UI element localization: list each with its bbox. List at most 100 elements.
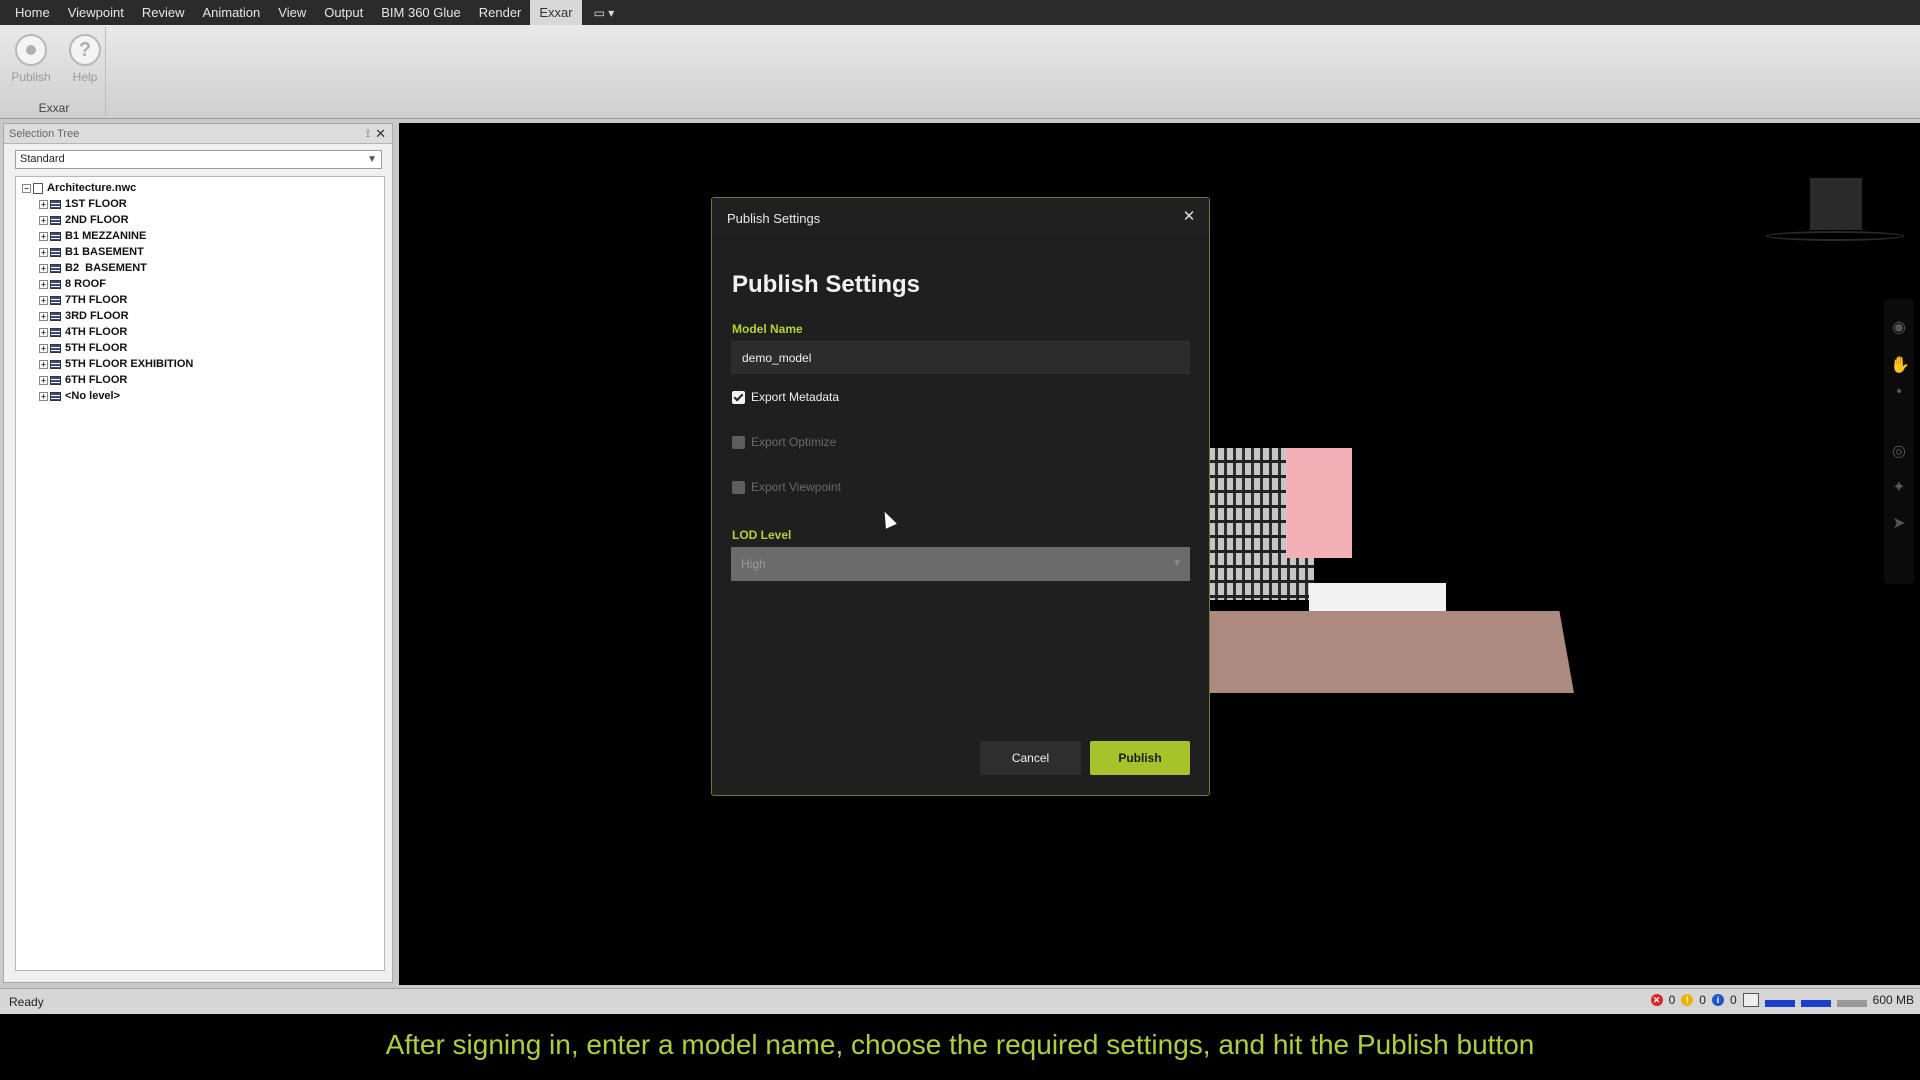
tree-item[interactable]: +2ND FLOOR	[16, 212, 384, 228]
tree-item[interactable]: + B1 MEZZANINE	[16, 228, 384, 244]
tree-item[interactable]: +1ST FLOOR	[16, 196, 384, 212]
ribbon-group-label: Exxar	[38, 101, 70, 115]
tree-item[interactable]: + B2 BASEMENT	[16, 260, 384, 276]
menu-bim360glue[interactable]: BIM 360 Glue	[372, 0, 470, 25]
selection-tree-panel: Selection Tree ⟟ ✕ Standard ▼ − Architec…	[3, 123, 393, 983]
tree-item[interactable]: +6TH FLOOR	[16, 372, 384, 388]
tree-item-label: 7TH FLOOR	[65, 294, 128, 306]
tree-root[interactable]: − Architecture.nwc	[16, 180, 384, 196]
help-icon: ?	[69, 34, 101, 66]
warning-count: 0	[1699, 993, 1706, 1007]
cancel-button[interactable]: Cancel	[980, 741, 1081, 775]
menu-exxar[interactable]: Exxar	[530, 0, 582, 25]
expand-icon[interactable]: +	[39, 247, 48, 257]
viewcube[interactable]	[1810, 178, 1862, 230]
menu-animation[interactable]: Animation	[193, 0, 269, 25]
expand-icon[interactable]: +	[39, 375, 48, 385]
tree-mode-select[interactable]: Standard ▼	[15, 150, 382, 169]
status-bar: Ready ✕ 0 ! 0 i 0 600 MB	[0, 988, 1920, 1014]
tree-item[interactable]: +7TH FLOOR	[16, 292, 384, 308]
pencil-progress-icon	[1764, 999, 1795, 1007]
publish-icon	[15, 34, 47, 66]
checkbox-disabled-icon[interactable]	[732, 480, 745, 494]
export-metadata-checkbox[interactable]: Export Metadata	[732, 389, 839, 405]
lod-level-value: High	[741, 557, 766, 571]
info-icon[interactable]: i	[1711, 994, 1724, 1006]
expand-icon[interactable]: +	[39, 359, 48, 369]
menu-view[interactable]: View	[269, 0, 315, 25]
warning-icon[interactable]: !	[1681, 994, 1694, 1006]
tree-item[interactable]: +3RD FLOOR	[16, 308, 384, 324]
select-icon[interactable]: ➤	[1890, 513, 1908, 532]
building-base-block	[1309, 583, 1446, 611]
checkbox-checked-icon[interactable]	[732, 390, 745, 404]
tree-item[interactable]: +5TH FLOOR	[16, 340, 384, 356]
expand-icon[interactable]: +	[39, 391, 48, 401]
tree-item-label: 5TH FLOOR	[65, 342, 128, 354]
model-name-input[interactable]	[731, 341, 1190, 374]
close-icon[interactable]: ✕	[375, 124, 386, 144]
look-icon[interactable]: ✦	[1890, 477, 1908, 496]
close-icon[interactable]: ✕	[1179, 207, 1199, 227]
ribbon-publish-label: Publish	[11, 70, 51, 84]
dialog-window-title: Publish Settings	[727, 211, 821, 226]
orbit-icon[interactable]: ◎	[1890, 441, 1908, 460]
menu-home[interactable]: Home	[6, 0, 59, 25]
level-icon	[50, 263, 61, 273]
expand-icon[interactable]: +	[39, 199, 48, 209]
tree-item[interactable]: +5TH FLOOR EXHIBITION	[16, 356, 384, 372]
expand-icon[interactable]: +	[39, 295, 48, 305]
ribbon: Publish ? Help Exxar	[0, 25, 1920, 119]
lod-level-select[interactable]: High ▼	[731, 547, 1190, 581]
building-pink-volume	[1286, 448, 1352, 558]
expand-icon[interactable]: +	[39, 343, 48, 353]
selection-tree: − Architecture.nwc +1ST FLOOR +2ND FLOOR…	[15, 176, 385, 971]
memory-usage: 600 MB	[1872, 993, 1914, 1007]
checkbox-disabled-icon[interactable]	[732, 435, 745, 449]
expand-icon[interactable]: +	[39, 327, 48, 337]
level-icon	[50, 247, 61, 257]
panel-title-bar: Selection Tree ⟟ ✕	[4, 124, 392, 144]
viewcube-compass[interactable]	[1766, 231, 1904, 241]
menu-output[interactable]: Output	[315, 0, 372, 25]
level-icon	[50, 391, 61, 401]
steering-wheel-icon[interactable]: ◉	[1890, 317, 1908, 336]
camera-dropdown-icon[interactable]: ▭ ▾	[582, 6, 627, 20]
status-text: Ready	[9, 995, 44, 1009]
tree-item-label: 4TH FLOOR	[65, 326, 128, 338]
tree-mode-value: Standard	[20, 153, 65, 165]
level-icon	[50, 343, 61, 353]
publish-button[interactable]: Publish	[1090, 741, 1190, 775]
tree-item-label: <No level>	[65, 390, 121, 402]
pin-icon[interactable]: ⟟	[366, 124, 370, 144]
navisworks-app: Home Viewpoint Review Animation View Out…	[0, 0, 1920, 1014]
tree-item[interactable]: +8 ROOF	[16, 276, 384, 292]
level-icon	[50, 215, 61, 225]
menu-review[interactable]: Review	[133, 0, 194, 25]
export-optimize-checkbox[interactable]: Export Optimize	[732, 434, 836, 450]
pan-hand-icon[interactable]: ✋	[1890, 355, 1910, 374]
export-viewpoint-checkbox[interactable]: Export Viewpoint	[732, 479, 841, 495]
file-icon	[33, 182, 43, 194]
menu-render[interactable]: Render	[470, 0, 531, 25]
expand-icon[interactable]: +	[39, 231, 48, 241]
ribbon-publish-button[interactable]: Publish	[6, 31, 56, 91]
expand-icon[interactable]: +	[39, 311, 48, 321]
expand-icon[interactable]: +	[39, 215, 48, 225]
tree-item[interactable]: +4TH FLOOR	[16, 324, 384, 340]
error-icon[interactable]: ✕	[1650, 994, 1663, 1006]
model-name-label: Model Name	[732, 322, 803, 336]
zoom-icon[interactable]: •	[1890, 383, 1908, 401]
level-icon	[50, 375, 61, 385]
tree-item-label: 1ST FLOOR	[65, 198, 127, 210]
tree-item-label: B1 BASEMENT	[65, 246, 144, 258]
building-site-slab	[1209, 611, 1574, 693]
menu-viewpoint[interactable]: Viewpoint	[59, 0, 133, 25]
collapse-icon[interactable]: −	[22, 183, 31, 193]
ribbon-help-button[interactable]: ? Help	[60, 31, 110, 91]
expand-icon[interactable]: +	[39, 279, 48, 289]
tree-item[interactable]: + <No level>	[16, 388, 384, 404]
sheet-browser-icon[interactable]	[1742, 993, 1759, 1007]
tree-item[interactable]: + B1 BASEMENT	[16, 244, 384, 260]
expand-icon[interactable]: +	[39, 263, 48, 273]
